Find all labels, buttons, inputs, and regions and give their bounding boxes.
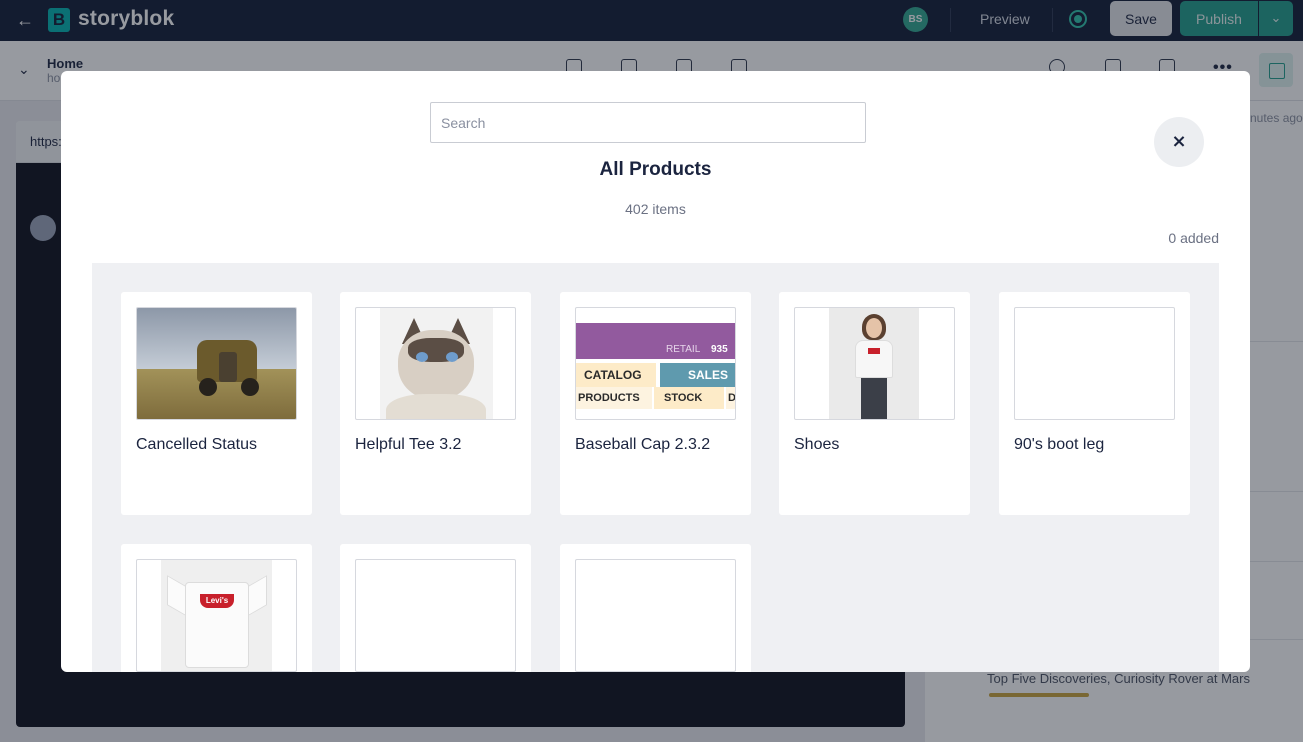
product-name: Shoes — [794, 436, 840, 453]
vintage-truck-image — [136, 307, 297, 420]
item-count: 402 items — [625, 201, 686, 217]
product-card[interactable] — [340, 544, 531, 672]
business-terms-image: RETAIL 935 CATALOG SALES PRODUCTS STOCK … — [575, 307, 736, 420]
product-card[interactable]: 90's boot leg — [999, 292, 1190, 515]
product-picker-modal: × All Products 402 items 0 added Cancell… — [61, 71, 1250, 672]
modal-title: All Products — [599, 159, 712, 180]
product-name: Cancelled Status — [136, 436, 257, 453]
product-card[interactable]: Levi's — [121, 544, 312, 672]
product-grid: Cancelled Status Helpful Tee 3.2 RETAIL … — [92, 263, 1219, 672]
product-name: Helpful Tee 3.2 — [355, 436, 462, 453]
product-card[interactable] — [560, 544, 751, 672]
empty-thumbnail — [1014, 307, 1175, 420]
empty-thumbnail — [575, 559, 736, 672]
product-name: Baseball Cap 2.3.2 — [575, 436, 711, 453]
product-card[interactable]: Helpful Tee 3.2 — [340, 292, 531, 515]
product-card[interactable]: Cancelled Status — [121, 292, 312, 515]
model-tshirt-image — [794, 307, 955, 420]
product-card[interactable]: RETAIL 935 CATALOG SALES PRODUCTS STOCK … — [560, 292, 751, 515]
search-input[interactable] — [430, 102, 866, 143]
grumpy-cat-image — [355, 307, 516, 420]
added-count: 0 added — [1168, 230, 1219, 246]
white-tshirt-image: Levi's — [136, 559, 297, 672]
product-name: 90's boot leg — [1014, 436, 1105, 453]
empty-thumbnail — [355, 559, 516, 672]
product-card[interactable]: Shoes — [779, 292, 970, 515]
